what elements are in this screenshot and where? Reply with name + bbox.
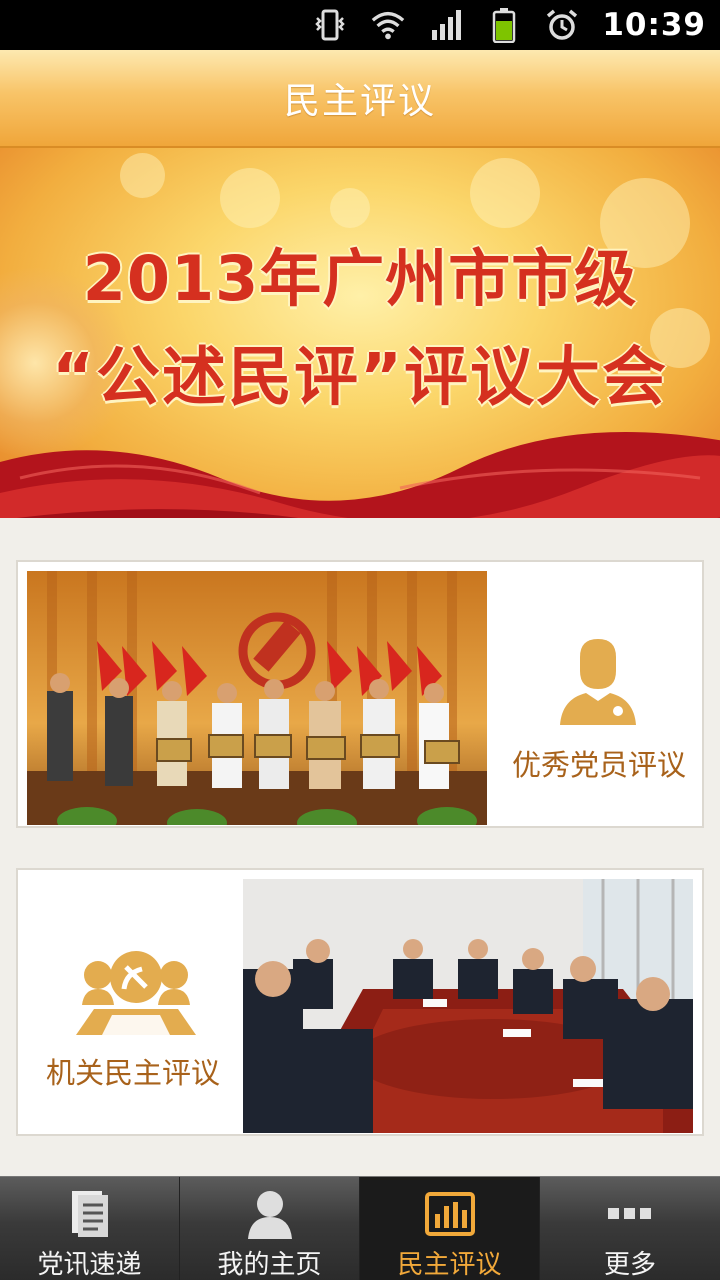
more-icon [603, 1187, 657, 1240]
battery-icon [486, 7, 522, 43]
user-icon [243, 1187, 297, 1240]
nav-item-democratic-review[interactable]: 民主评议 [360, 1177, 540, 1280]
wifi-icon [370, 7, 406, 43]
card-excellent-member-review[interactable]: 优秀党员评议 [16, 560, 704, 828]
nav-label-my-home: 我的主页 [217, 1250, 322, 1280]
nav-item-more[interactable]: 更多 [540, 1177, 720, 1280]
nav-label-democratic-review: 民主评议 [397, 1250, 502, 1280]
event-banner[interactable]: 2013年广州市市级 “公述民评”评议大会 [0, 148, 720, 518]
banner-headline: 2013年广州市市级 [82, 242, 638, 315]
title-bar: 民主评议 [0, 50, 720, 148]
party-member-icon [558, 637, 638, 727]
nav-item-news[interactable]: 党讯速递 [0, 1177, 180, 1280]
status-bar: 10:39 [0, 0, 720, 50]
nav-label-more: 更多 [603, 1250, 656, 1280]
award-ceremony-photo [27, 571, 487, 825]
clock: 10:39 [602, 7, 706, 43]
page-title: 民主评议 [283, 81, 436, 122]
nav-item-my-home[interactable]: 我的主页 [180, 1177, 360, 1280]
meeting-room-photo [243, 879, 693, 1133]
bottom-navigation: 党讯速递 我的主页 民主评议 更多 [0, 1176, 720, 1280]
news-icon [63, 1187, 117, 1240]
red-ribbon-decoration [0, 432, 720, 518]
party-organ-icon [76, 945, 196, 1037]
nav-label-news: 党讯速递 [37, 1250, 142, 1280]
banner-subheadline: “公述民评”评议大会 [51, 341, 669, 415]
alarm-icon [544, 7, 580, 43]
card-organ-democratic-review[interactable]: 机关民主评议 [16, 868, 704, 1136]
card-label-organ-review: 机关民主评议 [45, 1056, 220, 1090]
bar-chart-icon [423, 1187, 477, 1240]
signal-icon [428, 7, 464, 43]
vibrate-icon [312, 7, 348, 43]
card-label-excellent-member: 优秀党员评议 [511, 748, 686, 782]
